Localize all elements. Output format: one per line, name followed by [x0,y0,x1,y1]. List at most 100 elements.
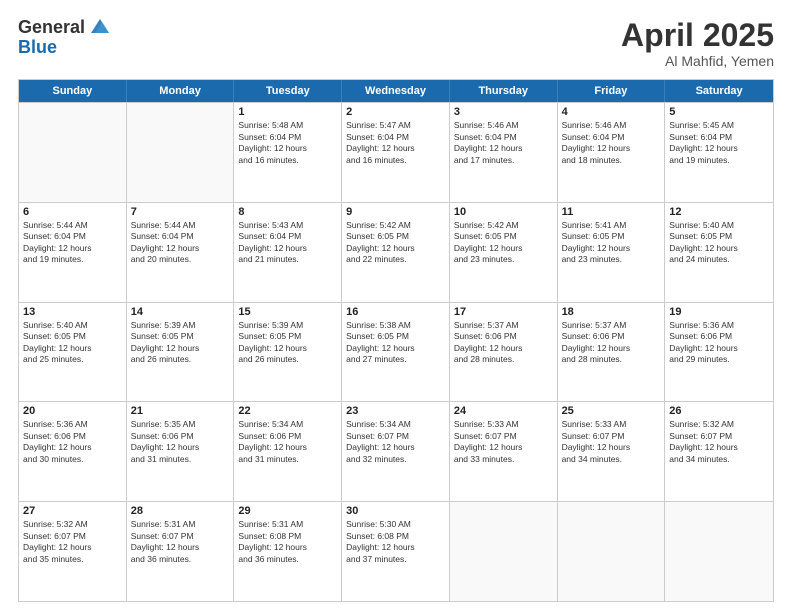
day-info: Sunrise: 5:37 AM Sunset: 6:06 PM Dayligh… [454,320,553,366]
day-number: 15 [238,306,337,318]
day-number: 3 [454,106,553,118]
header-friday: Friday [558,80,666,102]
day-info: Sunrise: 5:39 AM Sunset: 6:05 PM Dayligh… [238,320,337,366]
day-info: Sunrise: 5:40 AM Sunset: 6:05 PM Dayligh… [23,320,122,366]
location: Al Mahfid, Yemen [621,53,774,69]
header-monday: Monday [127,80,235,102]
day-info: Sunrise: 5:44 AM Sunset: 6:04 PM Dayligh… [131,220,230,266]
calendar-cell [558,502,666,601]
day-number: 4 [562,106,661,118]
day-number: 8 [238,206,337,218]
calendar-cell: 10 Sunrise: 5:42 AM Sunset: 6:05 PM Dayli… [450,203,558,302]
day-number: 10 [454,206,553,218]
day-number: 25 [562,405,661,417]
day-number: 9 [346,206,445,218]
calendar-cell: 13 Sunrise: 5:40 AM Sunset: 6:05 PM Dayli… [19,303,127,402]
calendar-cell [450,502,558,601]
day-info: Sunrise: 5:32 AM Sunset: 6:07 PM Dayligh… [23,519,122,565]
header: General Blue April 2025 Al Mahfid, Yemen [18,18,774,69]
calendar-cell: 2 Sunrise: 5:47 AM Sunset: 6:04 PM Daylig… [342,103,450,202]
day-number: 21 [131,405,230,417]
calendar-cell: 14 Sunrise: 5:39 AM Sunset: 6:05 PM Dayli… [127,303,235,402]
day-number: 2 [346,106,445,118]
day-number: 20 [23,405,122,417]
day-number: 24 [454,405,553,417]
calendar: Sunday Monday Tuesday Wednesday Thursday… [18,79,774,602]
header-saturday: Saturday [665,80,773,102]
day-number: 27 [23,505,122,517]
calendar-cell: 12Sunrise: 5:40 AM Sunset: 6:05 PM Dayli… [665,203,773,302]
day-number: 13 [23,306,122,318]
day-info: Sunrise: 5:31 AM Sunset: 6:07 PM Dayligh… [131,519,230,565]
calendar-cell: 27 Sunrise: 5:32 AM Sunset: 6:07 PM Dayli… [19,502,127,601]
day-info: Sunrise: 5:41 AM Sunset: 6:05 PM Dayligh… [562,220,661,266]
title-block: April 2025 Al Mahfid, Yemen [621,18,774,69]
day-number: 16 [346,306,445,318]
calendar-cell: 18 Sunrise: 5:37 AM Sunset: 6:06 PM Dayli… [558,303,666,402]
calendar-cell: 21 Sunrise: 5:35 AM Sunset: 6:06 PM Dayli… [127,402,235,501]
day-info: Sunrise: 5:33 AM Sunset: 6:07 PM Dayligh… [562,419,661,465]
calendar-cell: 19 Sunrise: 5:36 AM Sunset: 6:06 PM Dayli… [665,303,773,402]
day-number: 26 [669,405,769,417]
calendar-cell: 9 Sunrise: 5:42 AM Sunset: 6:05 PM Daylig… [342,203,450,302]
day-info: Sunrise: 5:42 AM Sunset: 6:05 PM Dayligh… [346,220,445,266]
day-info: Sunrise: 5:47 AM Sunset: 6:04 PM Dayligh… [346,120,445,166]
calendar-cell: 30Sunrise: 5:30 AM Sunset: 6:08 PM Dayli… [342,502,450,601]
day-info: Sunrise: 5:37 AM Sunset: 6:06 PM Dayligh… [562,320,661,366]
day-info: Sunrise: 5:32 AM Sunset: 6:07 PM Dayligh… [669,419,769,465]
logo-general: General [18,18,85,38]
day-number: 14 [131,306,230,318]
day-info: Sunrise: 5:31 AM Sunset: 6:08 PM Dayligh… [238,519,337,565]
calendar-cell: 28 Sunrise: 5:31 AM Sunset: 6:07 PM Dayli… [127,502,235,601]
day-info: Sunrise: 5:33 AM Sunset: 6:07 PM Dayligh… [454,419,553,465]
calendar-cell: 26 Sunrise: 5:32 AM Sunset: 6:07 PM Dayli… [665,402,773,501]
day-info: Sunrise: 5:45 AM Sunset: 6:04 PM Dayligh… [669,120,769,166]
calendar-body: 1Sunrise: 5:48 AM Sunset: 6:04 PM Daylig… [19,102,773,601]
day-info: Sunrise: 5:46 AM Sunset: 6:04 PM Dayligh… [454,120,553,166]
calendar-cell: 15 Sunrise: 5:39 AM Sunset: 6:05 PM Dayli… [234,303,342,402]
day-number: 28 [131,505,230,517]
day-number: 19 [669,306,769,318]
calendar-cell: 23Sunrise: 5:34 AM Sunset: 6:07 PM Dayli… [342,402,450,501]
page: General Blue April 2025 Al Mahfid, Yemen… [0,0,792,612]
day-info: Sunrise: 5:36 AM Sunset: 6:06 PM Dayligh… [669,320,769,366]
day-info: Sunrise: 5:39 AM Sunset: 6:05 PM Dayligh… [131,320,230,366]
logo-icon [89,15,111,37]
day-info: Sunrise: 5:48 AM Sunset: 6:04 PM Dayligh… [238,120,337,166]
day-number: 29 [238,505,337,517]
logo: General Blue [18,18,111,58]
day-number: 23 [346,405,445,417]
calendar-header: Sunday Monday Tuesday Wednesday Thursday… [19,80,773,102]
calendar-cell: 3 Sunrise: 5:46 AM Sunset: 6:04 PM Daylig… [450,103,558,202]
day-info: Sunrise: 5:35 AM Sunset: 6:06 PM Dayligh… [131,419,230,465]
day-info: Sunrise: 5:40 AM Sunset: 6:05 PM Dayligh… [669,220,769,266]
logo-text: General Blue [18,18,111,58]
logo-blue: Blue [18,38,111,58]
calendar-cell [127,103,235,202]
calendar-cell: 22Sunrise: 5:34 AM Sunset: 6:06 PM Dayli… [234,402,342,501]
day-info: Sunrise: 5:38 AM Sunset: 6:05 PM Dayligh… [346,320,445,366]
calendar-week-4: 20 Sunrise: 5:36 AM Sunset: 6:06 PM Dayli… [19,401,773,501]
calendar-cell: 5Sunrise: 5:45 AM Sunset: 6:04 PM Daylig… [665,103,773,202]
calendar-cell: 16 Sunrise: 5:38 AM Sunset: 6:05 PM Dayli… [342,303,450,402]
calendar-cell: 20 Sunrise: 5:36 AM Sunset: 6:06 PM Dayli… [19,402,127,501]
day-info: Sunrise: 5:42 AM Sunset: 6:05 PM Dayligh… [454,220,553,266]
header-thursday: Thursday [450,80,558,102]
day-number: 18 [562,306,661,318]
calendar-week-5: 27 Sunrise: 5:32 AM Sunset: 6:07 PM Dayli… [19,501,773,601]
calendar-cell: 11 Sunrise: 5:41 AM Sunset: 6:05 PM Dayli… [558,203,666,302]
calendar-cell: 25 Sunrise: 5:33 AM Sunset: 6:07 PM Dayli… [558,402,666,501]
day-info: Sunrise: 5:43 AM Sunset: 6:04 PM Dayligh… [238,220,337,266]
day-number: 11 [562,206,661,218]
calendar-cell: 7Sunrise: 5:44 AM Sunset: 6:04 PM Daylig… [127,203,235,302]
day-info: Sunrise: 5:36 AM Sunset: 6:06 PM Dayligh… [23,419,122,465]
header-sunday: Sunday [19,80,127,102]
day-info: Sunrise: 5:44 AM Sunset: 6:04 PM Dayligh… [23,220,122,266]
day-number: 30 [346,505,445,517]
calendar-cell [665,502,773,601]
calendar-cell [19,103,127,202]
calendar-cell: 17 Sunrise: 5:37 AM Sunset: 6:06 PM Dayli… [450,303,558,402]
calendar-cell: 29 Sunrise: 5:31 AM Sunset: 6:08 PM Dayli… [234,502,342,601]
day-number: 17 [454,306,553,318]
calendar-cell: 6Sunrise: 5:44 AM Sunset: 6:04 PM Daylig… [19,203,127,302]
